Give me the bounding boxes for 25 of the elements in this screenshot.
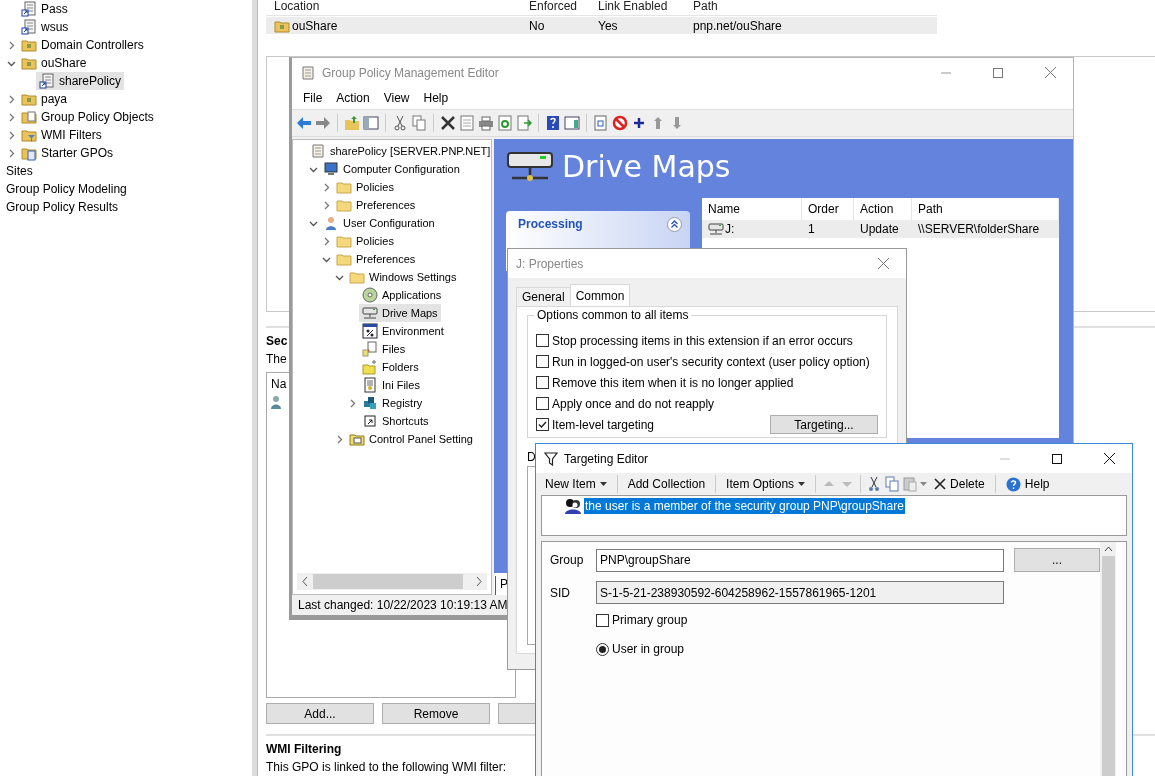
section-heading: Sec <box>266 332 288 350</box>
table-cell-text: 1 <box>807 222 816 236</box>
table-cell-text: Update <box>859 222 900 236</box>
table-cell-text: Yes <box>597 18 619 33</box>
table-cell: ouShare <box>292 18 338 33</box>
section-description: This GPO is linked to the following WMI filter: <box>266 759 507 776</box>
field-label: Group <box>550 552 585 568</box>
panel-heading: Processing <box>518 217 583 231</box>
group-title: Options common to all items <box>534 308 692 322</box>
window-title: Targeting Editor <box>564 451 650 466</box>
window-title: Group Policy Management Editor <box>322 65 500 80</box>
column-header: Na <box>271 376 287 391</box>
section-description: The <box>266 350 287 368</box>
checkbox-label: Primary group <box>612 613 688 627</box>
dialog-title: J: Properties <box>516 256 585 271</box>
extension-title: Drive Maps <box>562 149 731 184</box>
section-heading: WMI Filtering <box>266 741 342 758</box>
field-label: SID <box>550 584 571 601</box>
radio-label: User in group <box>612 642 685 656</box>
table-cell-text: pnp.net/ouShare <box>692 18 783 33</box>
field-label: D <box>527 450 536 464</box>
table-cell-text: \\SERVER\folderShare <box>917 222 1041 236</box>
status-text: Last changed: 10/22/2023 10:19:13 AM <box>297 597 509 614</box>
table-cell: J: <box>725 222 735 236</box>
table-cell-text: No <box>528 18 546 33</box>
